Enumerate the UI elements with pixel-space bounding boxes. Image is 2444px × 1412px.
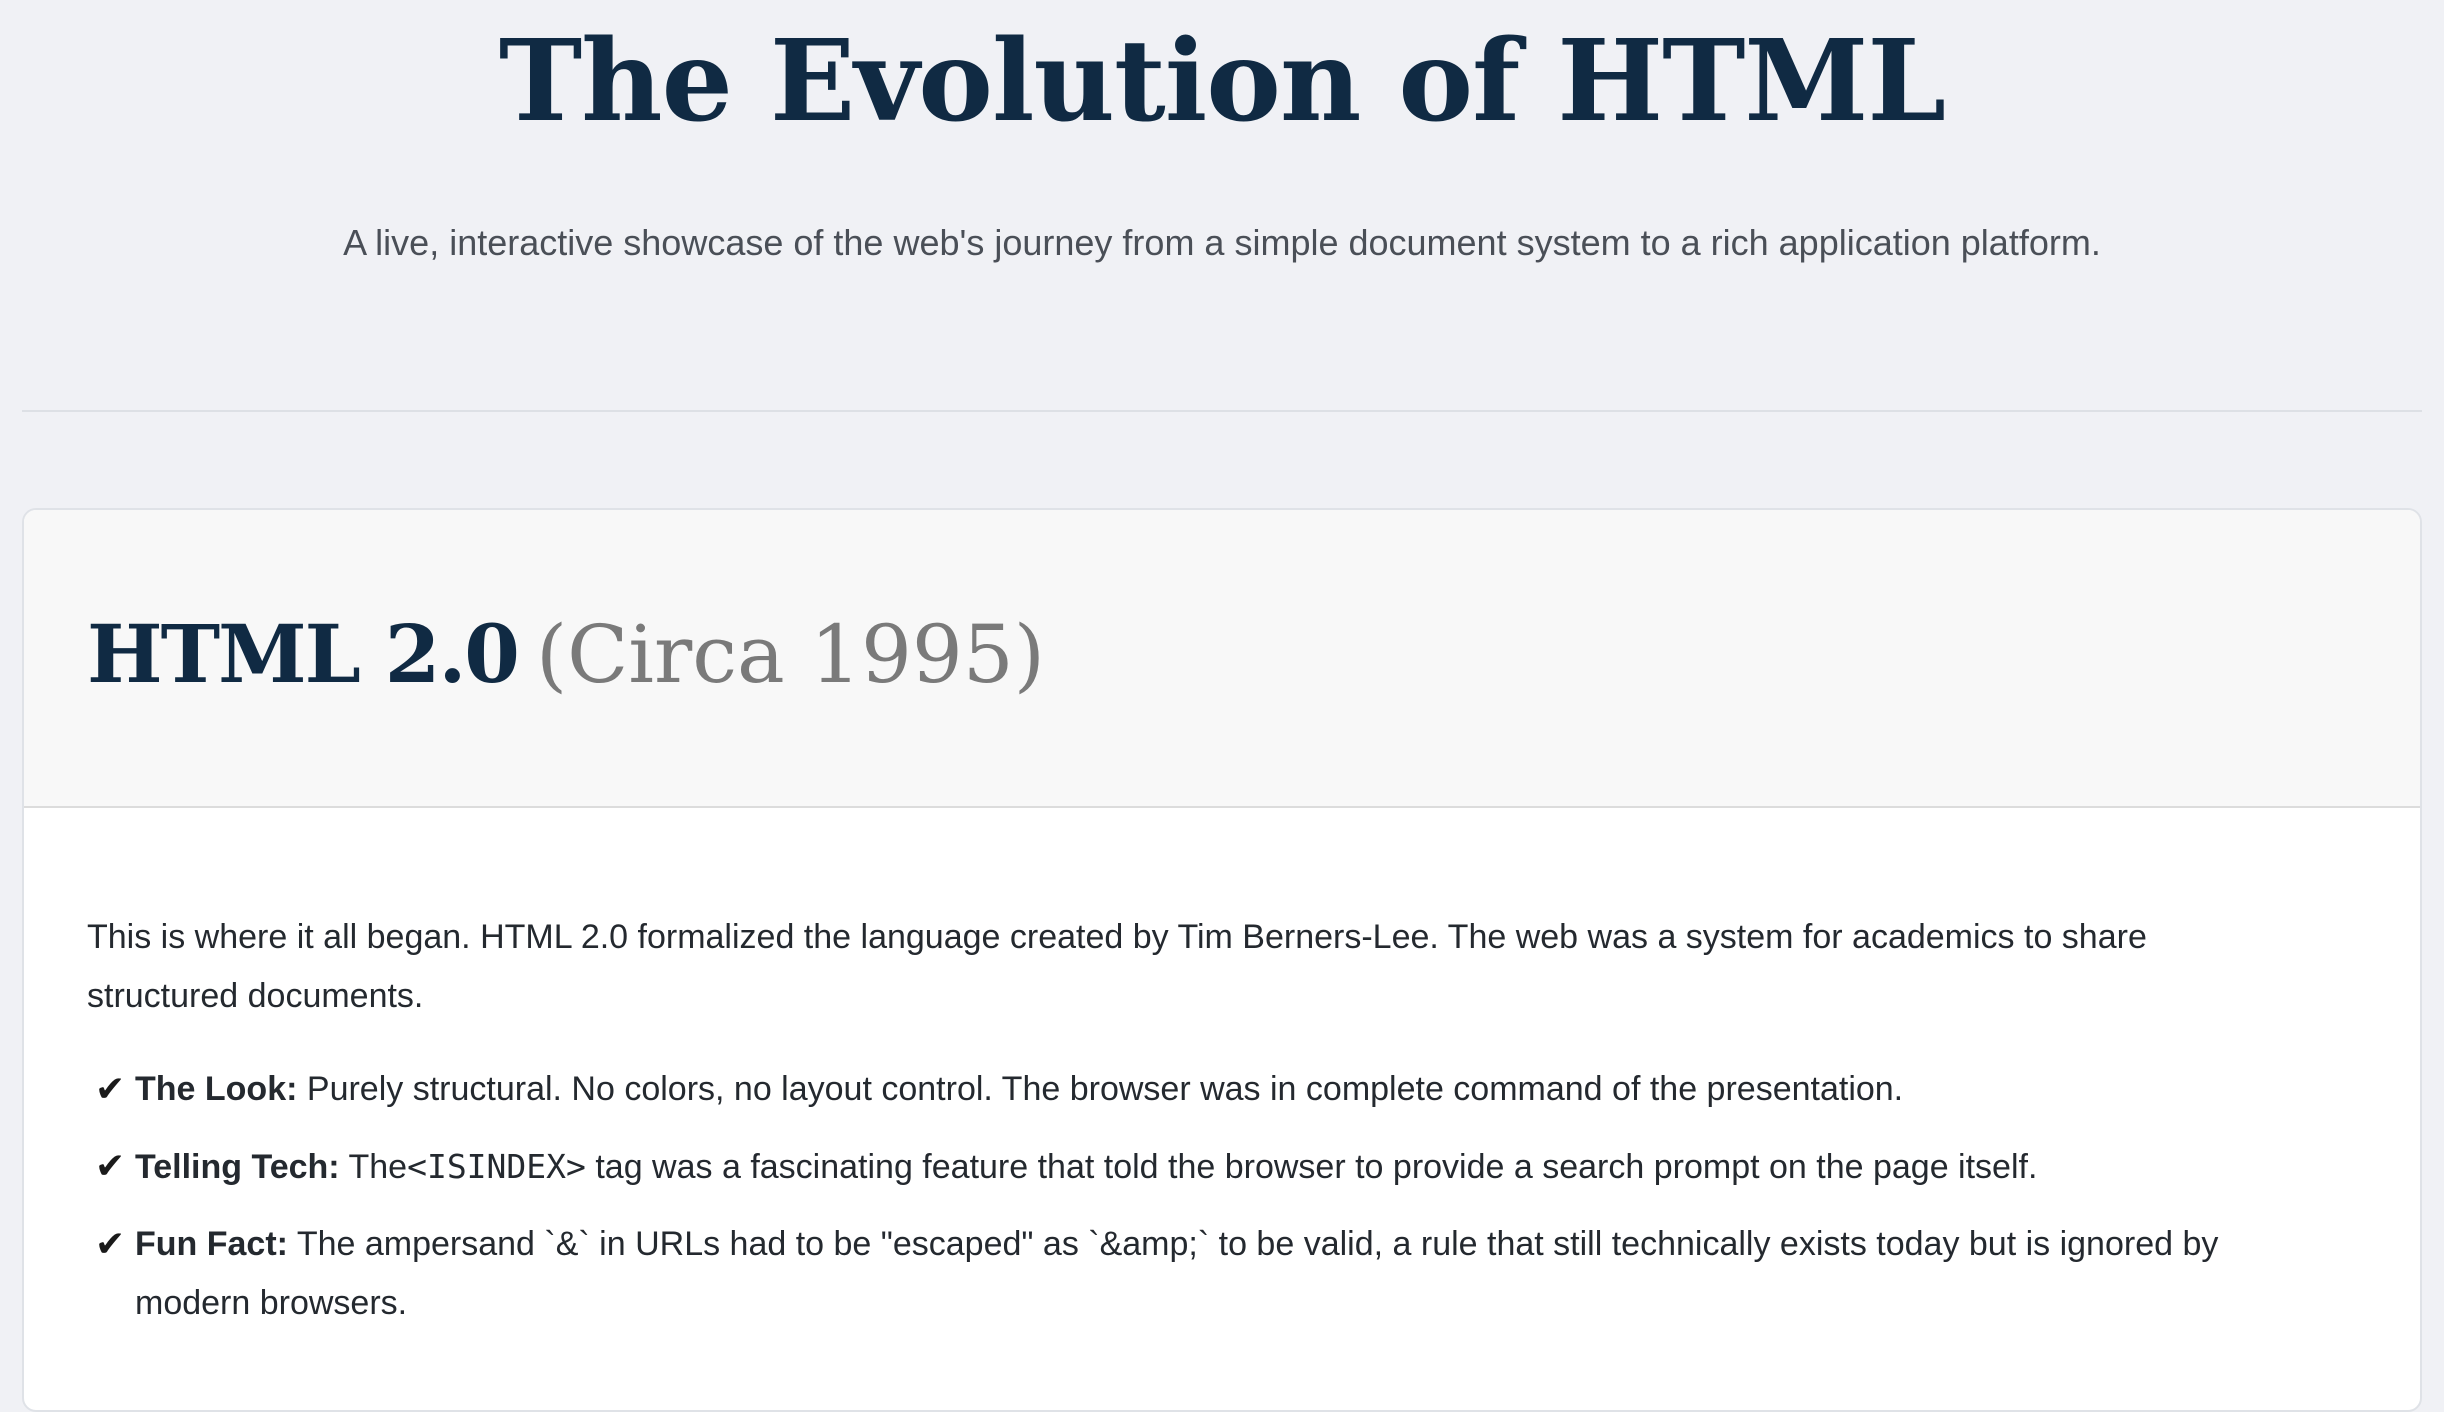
card-header: HTML 2.0 (Circa 1995) <box>24 510 2420 808</box>
fact-text-before: The <box>348 1148 408 1186</box>
fact-item-the-look: ✔ The Look: Purely structural. No colors… <box>87 1060 2337 1119</box>
fact-text: The ampersand `&` in URLs had to be "esc… <box>135 1225 2219 1322</box>
check-icon: ✔ <box>95 1069 126 1110</box>
card-intro: This is where it all began. HTML 2.0 for… <box>87 918 2147 1015</box>
fact-item-fun-fact: ✔ Fun Fact: The ampersand `&` in URLs ha… <box>87 1215 2337 1333</box>
check-icon: ✔ <box>95 1224 126 1265</box>
fact-code: <ISINDEX> <box>407 1147 586 1186</box>
fact-label: Telling Tech: <box>135 1148 340 1186</box>
fact-text-after: tag was a fascinating feature that told … <box>595 1148 2038 1186</box>
fact-label: Fun Fact: <box>135 1225 288 1263</box>
card-era: (Circa 1995) <box>535 608 1045 701</box>
page-title: The Evolution of HTML <box>498 16 1946 147</box>
facts-list: ✔ The Look: Purely structural. No colors… <box>87 1060 2337 1351</box>
page-header: The Evolution of HTML A live, interactiv… <box>0 0 2444 412</box>
fact-item-telling-tech: ✔ Telling Tech: The<ISINDEX> tag was a f… <box>87 1137 2337 1197</box>
card-title: HTML 2.0 (Circa 1995) <box>87 594 1045 715</box>
check-icon: ✔ <box>95 1146 126 1187</box>
page-subtitle: A live, interactive showcase of the web'… <box>343 222 2101 263</box>
html2-card: HTML 2.0 (Circa 1995) This is where it al… <box>22 508 2422 1412</box>
card-version: HTML 2.0 <box>87 607 520 701</box>
fact-text: Purely structural. No colors, no layout … <box>306 1070 1904 1108</box>
header-divider <box>22 410 2422 412</box>
fact-label: The Look: <box>135 1070 298 1108</box>
